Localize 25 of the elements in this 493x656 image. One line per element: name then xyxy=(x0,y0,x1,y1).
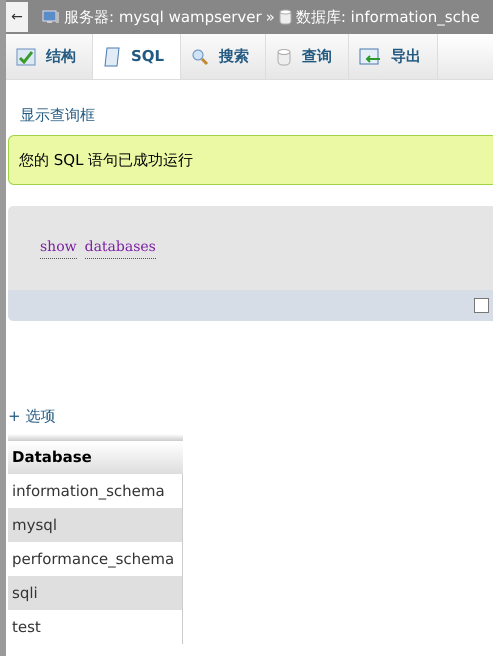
sql-keyword-link[interactable]: databases xyxy=(84,237,156,259)
success-message: 您的 SQL 语句已成功运行 xyxy=(19,150,194,171)
tab[interactable]: 查询 xyxy=(266,34,350,79)
sql-keyword-link[interactable]: show xyxy=(40,237,77,259)
checkbox[interactable] xyxy=(474,298,489,313)
tab[interactable]: SQL xyxy=(93,34,182,79)
tab[interactable]: 导出 xyxy=(349,34,438,79)
cylinder-icon xyxy=(276,48,292,66)
show-query-link[interactable]: 显示查询框 xyxy=(20,104,95,126)
tab[interactable]: 搜索 xyxy=(181,34,266,79)
cylinder-icon xyxy=(278,9,292,25)
table-cell: test xyxy=(8,610,182,644)
scroll-icon xyxy=(103,46,121,66)
search-icon xyxy=(191,48,210,66)
monitor-icon xyxy=(42,9,60,25)
breadcrumb-link[interactable]: 服务器: mysql wampserver xyxy=(64,6,262,28)
tab[interactable]: 结构 xyxy=(6,34,93,79)
table-cell: sqli xyxy=(8,576,182,610)
column-header[interactable]: Database xyxy=(8,441,182,474)
table-cell: mysql xyxy=(8,508,182,542)
breadcrumb-separator: » xyxy=(266,6,275,28)
table-check-icon xyxy=(16,48,36,66)
back-button[interactable]: ← xyxy=(6,2,28,32)
breadcrumb-link[interactable]: 数据库: information_sche xyxy=(296,6,480,28)
options-link[interactable]: + 选项 xyxy=(8,405,56,428)
